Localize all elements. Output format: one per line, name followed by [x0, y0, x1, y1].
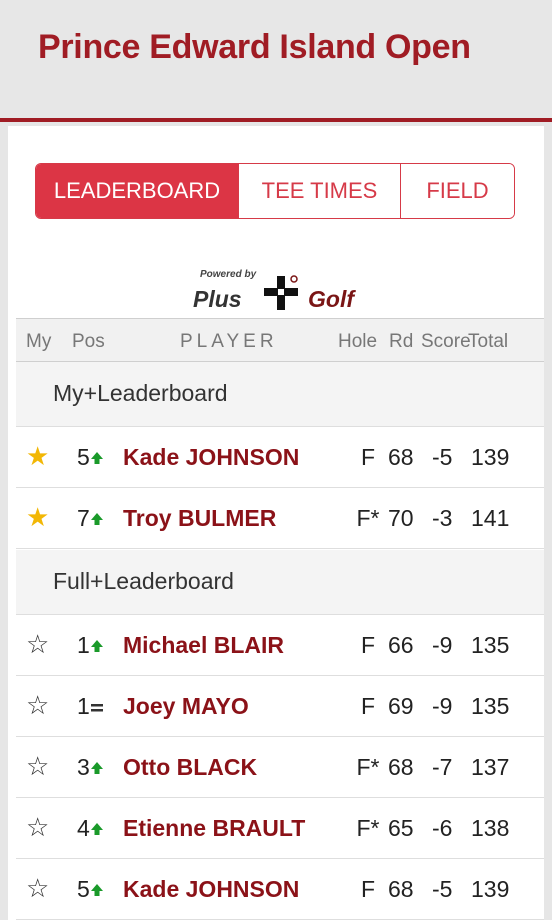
col-player: PLAYER — [180, 331, 278, 352]
tab-leaderboard[interactable]: LEADERBOARD — [36, 164, 239, 218]
round-value: 65 — [388, 815, 414, 841]
col-my: My — [26, 331, 52, 352]
section-my-leaderboard: My+Leaderboard — [16, 362, 544, 427]
player-name-link[interactable]: Otto BLACK — [123, 754, 257, 781]
score-value: -6 — [432, 815, 453, 841]
column-header: My Pos PLAYER Hole Rd Score Total — [16, 318, 544, 362]
score-value: -3 — [432, 505, 453, 531]
star-outline-icon[interactable]: ☆ — [26, 751, 49, 782]
powered-by-label: Powered by — [200, 269, 257, 280]
page-header: Prince Edward Island Open — [0, 0, 552, 122]
leaderboard-row[interactable]: ☆ 3 Otto BLACK F* 68 -7 137 — [16, 737, 544, 798]
player-name-link[interactable]: Joey MAYO — [123, 693, 249, 720]
position: 1 — [77, 632, 90, 658]
hole-value: F* — [356, 505, 380, 531]
total-value: 141 — [471, 505, 510, 531]
total-value: 135 — [471, 632, 510, 658]
star-outline-icon[interactable]: ☆ — [26, 873, 49, 904]
position: 5 — [77, 444, 90, 470]
arrow-up-icon — [91, 762, 103, 774]
col-total: Total — [468, 331, 509, 352]
hole-value: F — [360, 693, 376, 719]
page-title: Prince Edward Island Open — [38, 28, 471, 66]
logo-golf-text: Golf — [308, 286, 354, 312]
hole-value: F — [360, 444, 376, 470]
star-outline-icon[interactable]: ☆ — [26, 812, 49, 843]
leaderboard-row[interactable]: ☆ 1 Michael BLAIR F 66 -9 135 — [16, 615, 544, 676]
tab-field[interactable]: FIELD — [401, 164, 514, 218]
hole-value: F — [360, 876, 376, 902]
leaderboard-row[interactable]: ☆ 5 Kade JOHNSON F 68 -5 139 — [16, 859, 544, 920]
star-outline-icon[interactable]: ☆ — [26, 629, 49, 660]
player-name-link[interactable]: Troy BULMER — [123, 505, 276, 532]
hole-value: F* — [356, 815, 380, 841]
star-filled-icon[interactable]: ★ — [26, 502, 49, 533]
leaderboard-card: LEADERBOARD TEE TIMES FIELD Powered by P… — [8, 126, 544, 920]
col-pos: Pos — [72, 331, 105, 352]
total-value: 135 — [471, 693, 510, 719]
arrow-up-icon — [91, 513, 103, 525]
round-value: 68 — [388, 444, 414, 470]
player-name-link[interactable]: Kade JOHNSON — [123, 444, 299, 471]
position: 3 — [77, 754, 90, 780]
total-value: 138 — [471, 815, 510, 841]
plusgolf-logo: Powered by Plus Golf — [188, 266, 388, 316]
arrow-up-icon — [91, 452, 103, 464]
section-title: My+Leaderboard — [53, 380, 228, 406]
position: 4 — [77, 815, 90, 841]
total-value: 139 — [471, 876, 510, 902]
logo-cross-icon — [264, 275, 298, 310]
leaderboard-row[interactable]: ☆ 4 Etienne BRAULT F* 65 -6 138 — [16, 798, 544, 859]
position: 5 — [77, 876, 90, 902]
tab-bar: LEADERBOARD TEE TIMES FIELD — [35, 163, 515, 219]
hole-value: F — [360, 632, 376, 658]
player-name-link[interactable]: Kade JOHNSON — [123, 876, 299, 903]
player-name-link[interactable]: Michael BLAIR — [123, 632, 284, 659]
score-value: -9 — [432, 693, 453, 719]
arrow-up-icon — [91, 884, 103, 896]
player-name-link[interactable]: Etienne BRAULT — [123, 815, 305, 842]
col-rd: Rd — [389, 331, 414, 352]
star-outline-icon[interactable]: ☆ — [26, 690, 49, 721]
position: 7 — [77, 505, 90, 531]
round-value: 68 — [388, 754, 414, 780]
leaderboard-row[interactable]: ☆ 1 Joey MAYO F 69 -9 135 — [16, 676, 544, 737]
score-value: -9 — [432, 632, 453, 658]
hole-value: F* — [356, 754, 380, 780]
leaderboard-row[interactable]: ★ 5 Kade JOHNSON F 68 -5 139 — [16, 427, 544, 488]
score-value: -5 — [432, 444, 453, 470]
round-value: 70 — [388, 505, 414, 531]
col-hole: Hole — [338, 331, 378, 352]
position: 1 — [77, 693, 90, 719]
score-value: -5 — [432, 876, 453, 902]
equals-icon — [91, 704, 103, 712]
arrow-up-icon — [91, 823, 103, 835]
section-full-leaderboard: Full+Leaderboard — [16, 550, 544, 615]
col-score: Score — [421, 331, 471, 352]
logo-plus-text: Plus — [193, 286, 242, 312]
score-value: -7 — [432, 754, 453, 780]
arrow-up-icon — [91, 640, 103, 652]
total-value: 139 — [471, 444, 510, 470]
round-value: 68 — [388, 876, 414, 902]
leaderboard-row[interactable]: ★ 7 Troy BULMER F* 70 -3 141 — [16, 488, 544, 549]
total-value: 137 — [471, 754, 510, 780]
star-filled-icon[interactable]: ★ — [26, 441, 49, 472]
tab-tee-times[interactable]: TEE TIMES — [239, 164, 401, 218]
round-value: 69 — [388, 693, 414, 719]
round-value: 66 — [388, 632, 414, 658]
section-title: Full+Leaderboard — [53, 568, 234, 594]
